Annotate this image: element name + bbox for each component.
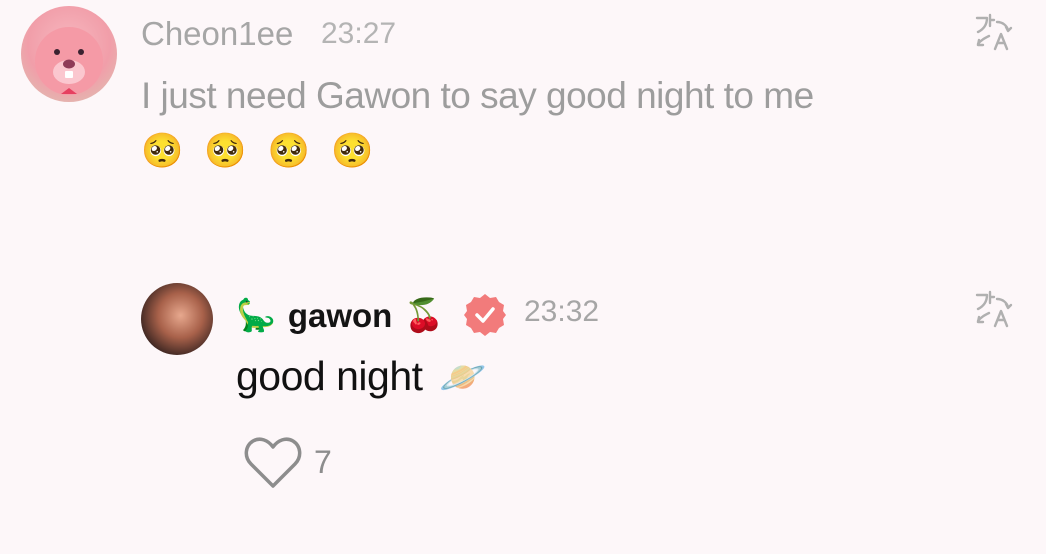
comment-author[interactable]: Cheon1ee xyxy=(141,17,293,50)
reply-header: 🦕 gawon 🍒 xyxy=(236,292,508,338)
reply-text: good night xyxy=(236,353,423,399)
ringed-planet-emoji: 🪐 xyxy=(439,357,487,399)
reply-avatar[interactable] xyxy=(141,283,213,355)
comment-timestamp: 23:27 xyxy=(321,17,397,50)
reply-timestamp: 23:32 xyxy=(524,295,600,328)
dinosaur-emoji: 🦕 xyxy=(236,297,276,333)
comment-avatar[interactable] xyxy=(21,6,117,102)
translate-icon[interactable] xyxy=(973,12,1013,52)
beaver-avatar-icon xyxy=(35,27,103,95)
heart-icon[interactable] xyxy=(244,436,302,490)
pleading-face-emoji: 🥺 xyxy=(267,132,311,170)
comment-text: I just need Gawon to say good night to m… xyxy=(141,75,814,116)
reply-author[interactable]: gawon xyxy=(288,299,393,332)
comment-emoji-row: 🥺 🥺 🥺 🥺 xyxy=(141,132,373,170)
pleading-face-emoji: 🥺 xyxy=(204,132,247,170)
pleading-face-emoji: 🥺 xyxy=(331,132,374,170)
pleading-face-emoji: 🥺 xyxy=(141,132,184,170)
cherries-emoji: 🍒 xyxy=(404,297,445,333)
reply-text-row: good night 🪐 xyxy=(236,353,487,400)
translate-icon[interactable] xyxy=(973,289,1013,329)
verified-badge-icon xyxy=(462,292,508,338)
like-count: 7 xyxy=(314,444,332,480)
